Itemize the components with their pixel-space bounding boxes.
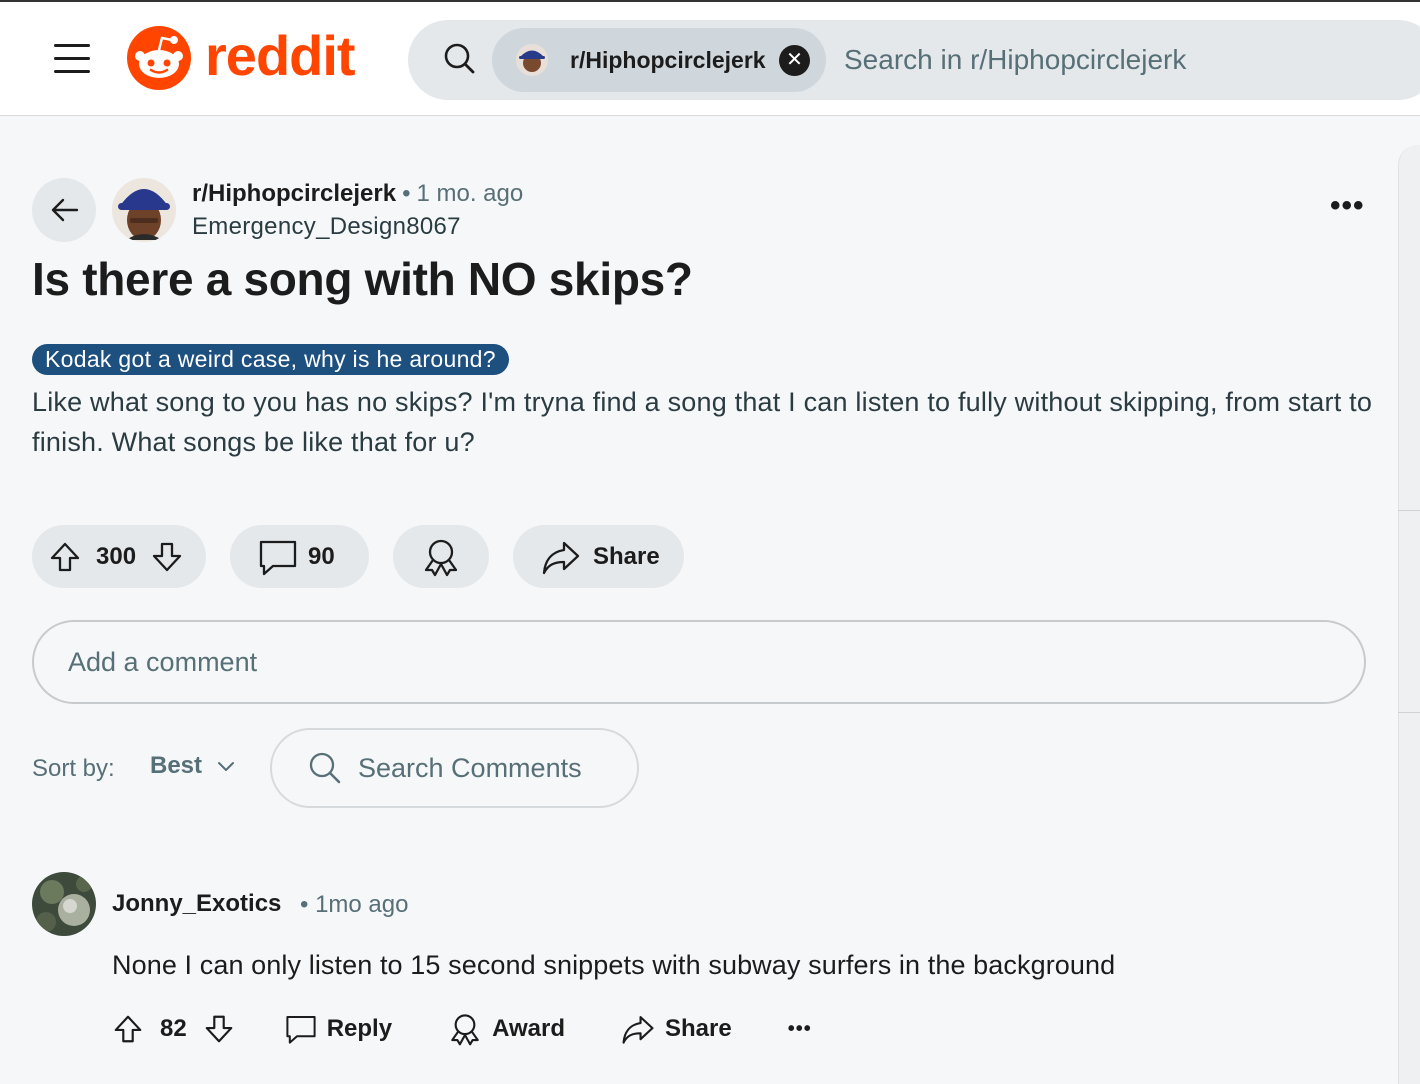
comment-vote-count: 82: [160, 1015, 187, 1042]
reddit-snoo-icon: [127, 26, 191, 90]
award-button[interactable]: Award: [448, 1012, 565, 1046]
comments-button[interactable]: 90: [230, 525, 369, 588]
post-title: Is there a song with NO skips?: [32, 253, 693, 305]
reply-label: Reply: [326, 1015, 393, 1042]
downvote-icon[interactable]: [203, 1013, 235, 1045]
search-icon: [442, 41, 478, 82]
sort-value: Best: [150, 752, 203, 779]
upvote-icon[interactable]: [48, 540, 82, 574]
share-label: Share: [593, 542, 660, 570]
search-comments-placeholder: Search Comments: [358, 752, 582, 783]
scope-label: r/Hiphopcirclejerk: [570, 46, 766, 73]
vote-count: 300: [96, 542, 137, 570]
post-body: Like what song to you has no skips? I'm …: [32, 387, 1373, 457]
arrow-left-icon: [51, 198, 79, 222]
top-navigation-bar: reddit r/Hiphopcirclejerk ✕: [0, 0, 1420, 116]
more-options-icon[interactable]: •••: [1330, 191, 1365, 221]
reddit-wordmark: reddit: [205, 23, 356, 87]
comment-time: • 1mo ago: [300, 891, 409, 918]
sort-dropdown[interactable]: Best: [150, 752, 236, 780]
chevron-down-icon: [216, 756, 236, 776]
award-icon: [421, 537, 461, 577]
subreddit-avatar: [516, 44, 548, 76]
close-icon[interactable]: ✕: [779, 45, 810, 76]
comment-count: 90: [308, 542, 335, 570]
share-button[interactable]: Share: [621, 1012, 732, 1046]
back-button[interactable]: [32, 178, 96, 242]
subreddit-avatar[interactable]: [112, 178, 176, 242]
divider: [1398, 510, 1420, 511]
award-button[interactable]: [393, 525, 489, 588]
divider: [1398, 712, 1420, 713]
downvote-icon[interactable]: [150, 540, 184, 574]
post-meta: r/Hiphopcirclejerk • 1 mo. ago: [192, 180, 523, 208]
comment-icon: [258, 537, 298, 577]
reply-button[interactable]: Reply: [285, 1013, 392, 1045]
share-label: Share: [664, 1015, 732, 1042]
comment-actions: 82 Reply Award Share •••: [112, 1008, 812, 1050]
add-comment-input[interactable]: Add a comment: [32, 620, 1366, 704]
sort-label: Sort by:: [32, 755, 115, 782]
reddit-logo[interactable]: reddit: [127, 23, 356, 90]
post-flair[interactable]: Kodak got a weird case, why is he around…: [32, 344, 509, 375]
post-author[interactable]: Emergency_Design8067: [192, 213, 461, 241]
upvote-icon[interactable]: [112, 1013, 144, 1045]
comment-text: None I can only listen to 15 second snip…: [112, 950, 1116, 980]
avatar[interactable]: [32, 872, 96, 936]
award-label: Award: [492, 1015, 565, 1042]
vote-control: 300: [32, 525, 206, 588]
comment-author[interactable]: Jonny_Exotics: [112, 890, 281, 918]
subreddit-scope-chip[interactable]: r/Hiphopcirclejerk ✕: [492, 28, 826, 92]
share-button[interactable]: Share: [513, 525, 684, 588]
post-time: 1 mo. ago: [416, 180, 524, 207]
more-options-icon[interactable]: •••: [788, 1018, 812, 1041]
share-icon: [541, 537, 581, 577]
comment-icon: [285, 1013, 317, 1045]
subreddit-link[interactable]: r/Hiphopcirclejerk: [192, 180, 396, 207]
share-icon: [621, 1012, 655, 1046]
award-icon: [448, 1012, 482, 1046]
right-sidebar: [1398, 145, 1420, 1084]
separator-dot: •: [402, 180, 411, 207]
search-bar[interactable]: r/Hiphopcirclejerk ✕: [408, 20, 1420, 100]
menu-icon[interactable]: [52, 42, 92, 76]
search-comments-input[interactable]: Search Comments: [270, 728, 639, 808]
search-input[interactable]: [844, 40, 1404, 80]
search-icon: [308, 751, 342, 785]
